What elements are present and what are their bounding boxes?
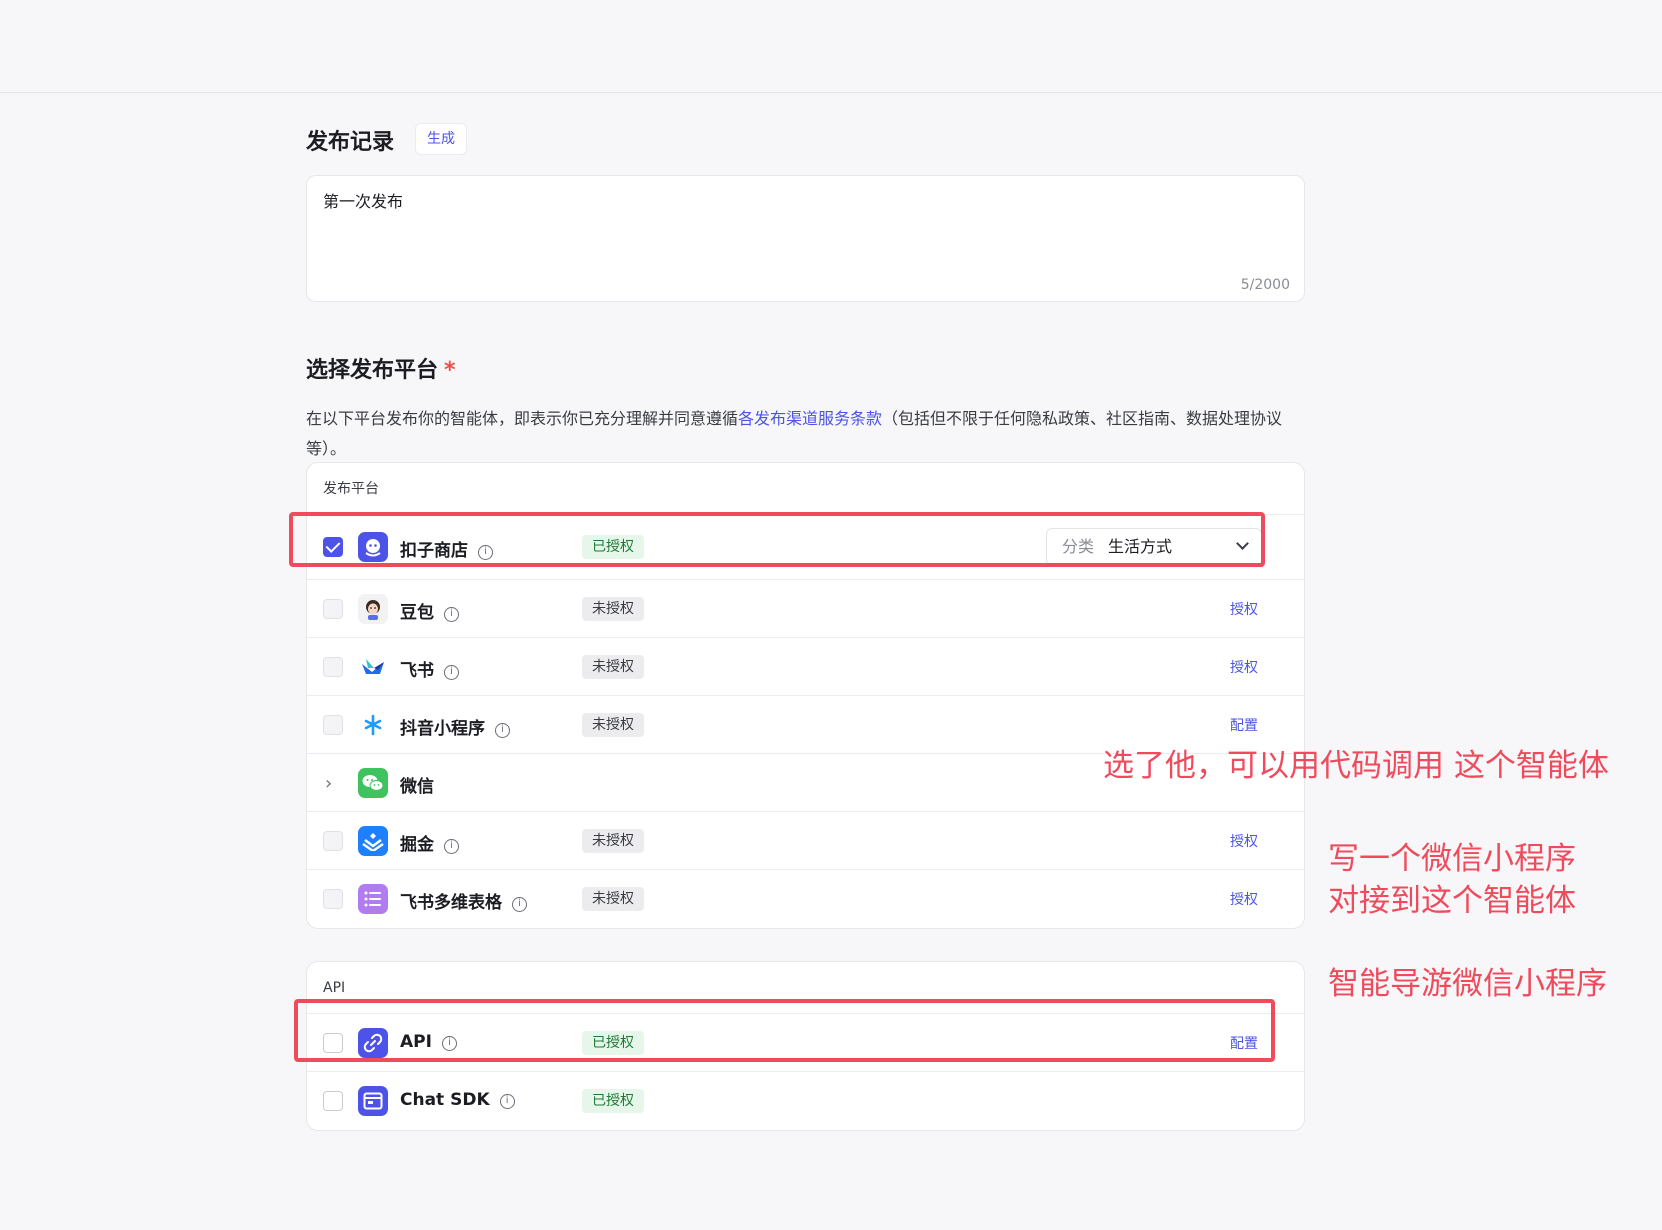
feishu-bitable-checkbox[interactable]	[323, 889, 343, 909]
status-badge: 未授权	[582, 712, 644, 737]
info-icon[interactable]: i	[512, 897, 527, 912]
annotation-line-1: 选了他，可以用代码调用 这个智能体	[1103, 748, 1609, 784]
feishu-checkbox[interactable]	[323, 656, 343, 677]
platform-name-text: 微信	[400, 776, 434, 797]
generate-button[interactable]: 生成	[415, 123, 467, 155]
status-badge: 未授权	[582, 887, 644, 911]
highlight-box-coze-store	[289, 512, 1265, 567]
platform-section-title: 选择发布平台 *	[306, 352, 456, 384]
platform-name-text: 飞书	[400, 660, 434, 681]
chat-sdk-checkbox[interactable]	[323, 1091, 343, 1111]
desc-before: 在以下平台发布你的智能体，即表示你已充分理解并同意遵循	[306, 409, 739, 428]
status-badge: 未授权	[582, 828, 644, 853]
char-count: 5/2000	[1240, 277, 1290, 293]
authorize-link[interactable]: 授权	[1230, 599, 1258, 619]
chat-sdk-icon	[358, 1086, 388, 1116]
top-bar	[0, 0, 1662, 93]
annotation-line-2a: 写一个微信小程序	[1328, 841, 1576, 877]
info-icon[interactable]: i	[444, 664, 459, 680]
required-mark: *	[444, 358, 456, 383]
douyin-miniapp-icon	[358, 709, 388, 740]
terms-link[interactable]: 各发布渠道服务条款	[738, 409, 882, 428]
info-icon[interactable]: i	[495, 722, 510, 738]
doubao-checkbox[interactable]	[323, 598, 343, 619]
platform-name-text: 飞书多维表格	[400, 893, 502, 913]
platform-name: 微信	[400, 772, 434, 797]
release-notes-title: 发布记录	[306, 130, 395, 155]
platform-row-chat-sdk: Chat SDK i 已授权	[307, 1072, 1304, 1130]
juejin-checkbox[interactable]	[323, 830, 343, 851]
annotation-line-3: 智能导游微信小程序	[1328, 966, 1607, 1002]
platform-description: 在以下平台发布你的智能体，即表示你已充分理解并同意遵循各发布渠道服务条款（包括但…	[306, 404, 1306, 464]
authorize-link[interactable]: 授权	[1230, 657, 1258, 677]
platform-name: Chat SDK i	[400, 1090, 515, 1110]
feishu-bitable-icon	[358, 884, 388, 914]
release-notes-textarea[interactable]: 第一次发布 5/2000	[306, 175, 1305, 302]
platform-name: 豆包 i	[400, 598, 459, 623]
status-badge: 已授权	[582, 1089, 644, 1113]
platform-name-text: 豆包	[400, 602, 434, 623]
douyin-miniapp-checkbox[interactable]	[323, 714, 343, 735]
annotation-line-2b: 对接到这个智能体	[1328, 883, 1576, 919]
juejin-icon	[358, 825, 388, 856]
platform-name-text: 抖音小程序	[400, 718, 485, 739]
platform-name: 掘金 i	[400, 830, 459, 855]
platform-name-text: Chat SDK	[400, 1090, 490, 1110]
feishu-icon	[358, 651, 388, 682]
status-badge: 未授权	[582, 596, 644, 621]
status-badge: 未授权	[582, 654, 644, 679]
authorize-link[interactable]: 授权	[1230, 889, 1258, 909]
platform-name: 飞书多维表格 i	[400, 888, 527, 913]
info-icon[interactable]: i	[499, 1094, 515, 1109]
configure-link[interactable]: 配置	[1230, 715, 1258, 735]
highlight-box-api	[294, 999, 1275, 1062]
wechat-icon	[358, 767, 388, 798]
release-notes-text[interactable]: 第一次发布	[323, 188, 403, 212]
platform-name: 飞书 i	[400, 656, 459, 681]
platform-row-juejin: 掘金 i 未授权 授权	[307, 812, 1304, 870]
platform-card-header: 发布平台	[307, 463, 1304, 515]
authorize-link[interactable]: 授权	[1230, 831, 1258, 851]
platform-row-doubao: 豆包 i 未授权 授权	[307, 580, 1304, 638]
info-icon[interactable]: i	[444, 838, 459, 854]
platform-name: 抖音小程序 i	[400, 714, 510, 739]
doubao-icon	[358, 593, 388, 624]
info-icon[interactable]: i	[444, 606, 459, 622]
platform-section-title-text: 选择发布平台	[306, 358, 439, 383]
platform-row-feishu-bitable: 飞书多维表格 i 未授权 授权	[307, 870, 1304, 928]
platform-name-text: 掘金	[400, 834, 434, 855]
platform-row-feishu: 飞书 i 未授权 授权	[307, 638, 1304, 696]
chevron-right-icon[interactable]: ›	[325, 773, 332, 794]
